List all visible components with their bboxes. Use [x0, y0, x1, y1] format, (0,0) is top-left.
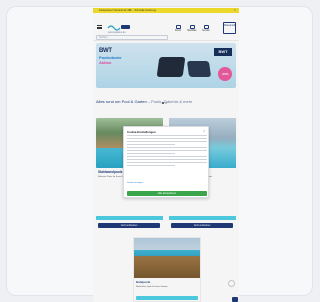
cookie-details-link[interactable]: Details anzeigen [127, 182, 143, 184]
web-page: Kostenloser Versand ab 49€ – Schnelle Li… [93, 8, 239, 302]
cookie-title: Cookie-Einstellungen [127, 130, 156, 134]
close-icon[interactable]: × [203, 129, 205, 133]
cookie-body-text [127, 135, 207, 168]
accept-all-button[interactable]: Alle akzeptieren [127, 191, 207, 196]
cookie-consent-dialog: Cookie-Einstellungen × Details anzeigen … [123, 126, 209, 198]
